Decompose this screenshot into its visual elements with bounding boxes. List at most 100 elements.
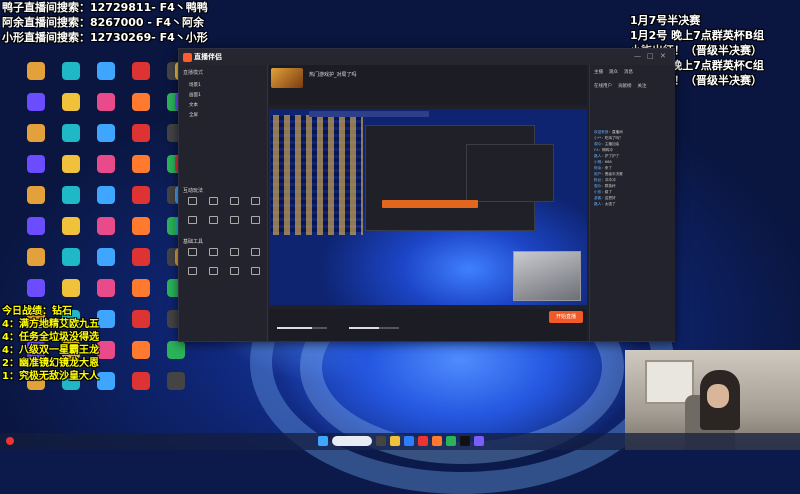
- desktop-icon[interactable]: [57, 93, 85, 124]
- tool-button[interactable]: [204, 216, 222, 231]
- mode-label[interactable]: 直播模式: [179, 65, 267, 80]
- taskbar-app-icon[interactable]: [432, 436, 442, 446]
- desktop-icon[interactable]: [127, 155, 155, 186]
- scene-item[interactable]: 全屏: [179, 110, 267, 120]
- tool-button[interactable]: [225, 197, 243, 212]
- weather-icon[interactable]: [6, 437, 14, 445]
- desktop-icon[interactable]: [127, 62, 155, 93]
- desktop-icon[interactable]: [162, 341, 190, 372]
- tool-button[interactable]: [225, 267, 243, 282]
- taskbar-app-icon[interactable]: [376, 436, 386, 446]
- chat-user[interactable]: 游客: [594, 196, 601, 200]
- stream-title[interactable]: 热门游戏护_对局了吗: [309, 71, 357, 78]
- scene-item[interactable]: 文本: [179, 100, 267, 110]
- chat-user[interactable]: 用户: [594, 172, 601, 176]
- taskbar-app-icon[interactable]: [446, 436, 456, 446]
- app-logo-icon: [183, 52, 192, 62]
- desktop-icon[interactable]: [127, 93, 155, 124]
- tool-button[interactable]: [204, 267, 222, 282]
- taskbar-app-icon[interactable]: [474, 436, 484, 446]
- close-icon[interactable]: ✕: [660, 52, 666, 60]
- tool-button[interactable]: [183, 267, 201, 282]
- tool-button[interactable]: [183, 248, 201, 263]
- tab-follow[interactable]: 关注: [638, 83, 647, 89]
- minimize-icon[interactable]: —: [634, 52, 641, 60]
- taskbar-app-icon[interactable]: [390, 436, 400, 446]
- tool-button[interactable]: [204, 197, 222, 212]
- desktop-icon[interactable]: [92, 155, 120, 186]
- chat-user[interactable]: 小明: [594, 160, 601, 164]
- chat-user[interactable]: F4: [594, 148, 598, 152]
- volume-slider[interactable]: [349, 327, 399, 329]
- taskbar-app-icon[interactable]: [404, 436, 414, 446]
- chat-user[interactable]: 阿余: [594, 166, 601, 170]
- chat-user[interactable]: 粉丝: [594, 178, 601, 182]
- desktop-icon[interactable]: [127, 248, 155, 279]
- tab-audience[interactable]: 观众: [609, 69, 618, 75]
- streaming-app-window[interactable]: 直播伴侣 — □ ✕ 直播模式 场景1 画面1 文本 全屏 互动玩法 基础工具: [178, 48, 675, 342]
- tab-host[interactable]: 主播: [594, 69, 603, 75]
- start-stream-button[interactable]: 开始直播: [549, 311, 583, 323]
- maximize-icon[interactable]: □: [647, 52, 654, 60]
- tool-button[interactable]: [204, 248, 222, 263]
- desktop-icon[interactable]: [127, 124, 155, 155]
- chat-user[interactable]: 路人: [594, 154, 601, 158]
- scene-item[interactable]: 画面1: [179, 90, 267, 100]
- desktop-icon[interactable]: [127, 310, 155, 341]
- desktop-icon[interactable]: [92, 186, 120, 217]
- title-bar[interactable]: 直播伴侣 — □ ✕: [179, 49, 674, 65]
- scene-item[interactable]: 场景1: [179, 80, 267, 90]
- desktop-icon[interactable]: [127, 372, 155, 403]
- desktop-icon[interactable]: [57, 186, 85, 217]
- chat-text: 这把好: [604, 196, 616, 200]
- tab-contrib[interactable]: 贡献榜: [618, 83, 632, 89]
- stream-preview[interactable]: [269, 109, 587, 305]
- desktop-icon[interactable]: [22, 248, 50, 279]
- desktop-icon[interactable]: [92, 124, 120, 155]
- tool-button[interactable]: [246, 216, 264, 231]
- desktop-icon[interactable]: [92, 217, 120, 248]
- taskbar-app-icon[interactable]: [418, 436, 428, 446]
- tool-button[interactable]: [183, 216, 201, 231]
- chat-user[interactable]: 小形: [594, 190, 601, 194]
- tab-online[interactable]: 在线用户: [594, 83, 612, 89]
- desktop-icon[interactable]: [57, 217, 85, 248]
- mic-slider[interactable]: [277, 327, 327, 329]
- desktop-icon[interactable]: [22, 93, 50, 124]
- search-box[interactable]: [332, 436, 372, 446]
- desktop-icon[interactable]: [92, 248, 120, 279]
- tool-button[interactable]: [246, 197, 264, 212]
- desktop-icon[interactable]: [57, 155, 85, 186]
- chat-user[interactable]: 观众: [594, 142, 601, 146]
- tool-button[interactable]: [225, 248, 243, 263]
- desktop-icon[interactable]: [92, 93, 120, 124]
- tool-button[interactable]: [246, 248, 264, 263]
- game-thumbnail[interactable]: [271, 68, 303, 88]
- tab-messages[interactable]: 消息: [624, 69, 633, 75]
- windows-start-icon[interactable]: [318, 436, 328, 446]
- desktop-icon[interactable]: [127, 279, 155, 310]
- tool-button[interactable]: [225, 216, 243, 231]
- desktop-icon[interactable]: [127, 186, 155, 217]
- desktop-icon[interactable]: [22, 186, 50, 217]
- desktop-icon[interactable]: [57, 248, 85, 279]
- desktop-icon[interactable]: [57, 62, 85, 93]
- chat-user[interactable]: 观众: [594, 184, 601, 188]
- desktop-icon[interactable]: [22, 155, 50, 186]
- chat-message: 路人：太强了: [594, 202, 616, 206]
- desktop-icon[interactable]: [127, 217, 155, 248]
- desktop-icon[interactable]: [127, 341, 155, 372]
- desktop-icon[interactable]: [162, 372, 190, 403]
- nested-preview-window-inner: [466, 144, 554, 202]
- desktop-icon[interactable]: [22, 124, 50, 155]
- desktop-icon[interactable]: [22, 217, 50, 248]
- taskbar-app-icon[interactable]: [460, 436, 470, 446]
- chat-user[interactable]: 欢迎来到: [594, 130, 608, 134]
- desktop-icon[interactable]: [92, 62, 120, 93]
- desktop-icon[interactable]: [57, 124, 85, 155]
- chat-user[interactable]: 路人: [594, 202, 601, 206]
- chat-user[interactable]: 小**: [594, 136, 601, 140]
- tool-button[interactable]: [246, 267, 264, 282]
- tool-button[interactable]: [183, 197, 201, 212]
- desktop-icon[interactable]: [22, 62, 50, 93]
